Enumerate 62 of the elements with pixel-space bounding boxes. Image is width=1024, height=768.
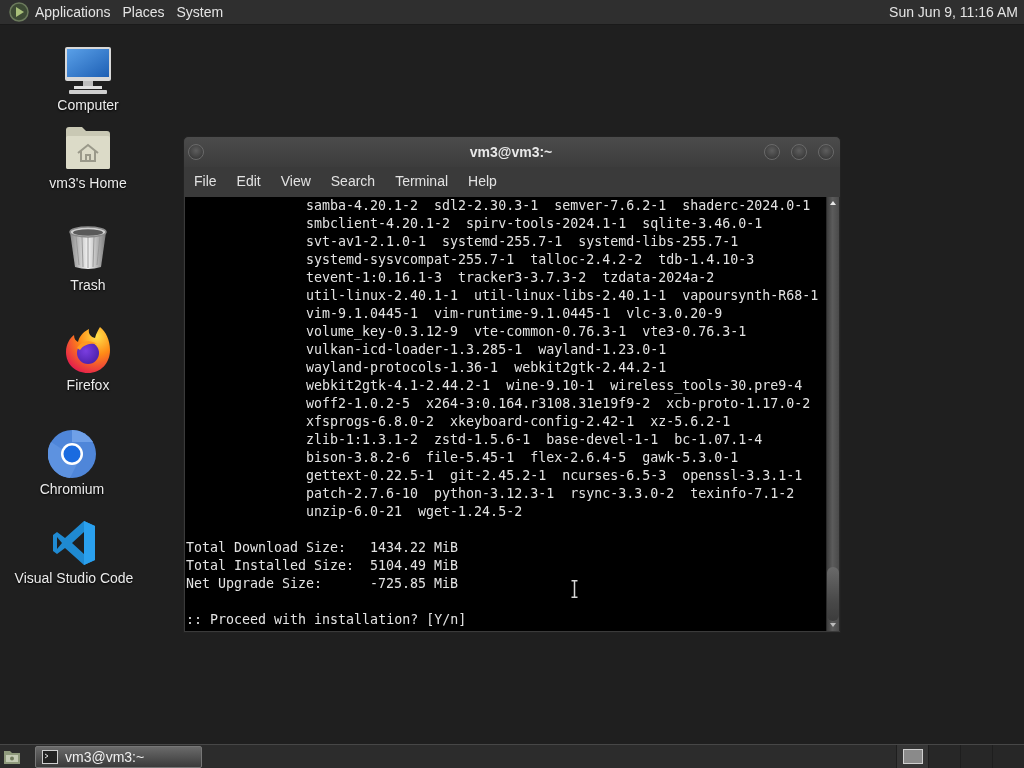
desktop-icon-label[interactable]: Chromium (39, 480, 105, 498)
panel-menu[interactable]: System (170, 1, 230, 23)
window-thumbnail-icon (902, 749, 923, 764)
terminal-line: patch-2.7.6-10 python-3.12.3-1 rsync-3.3.0-2 texinfo-7.1-2 (305, 485, 795, 503)
workspace-cell[interactable] (960, 745, 992, 768)
desktop-icon-label[interactable]: Visual Studio Code (14, 569, 134, 587)
terminal-line: xfsprogs-6.8.0-2 xkeyboard-config-2.42-1 xz-5.6.2-1 (305, 413, 731, 431)
summary-value: -725.85 MiB (370, 575, 459, 593)
terminal-line: unzip-6.0-21 wget-1.24.5-2 (305, 503, 523, 521)
terminal-line: svt-av1-2.1.0-1 systemd-255.7-1 systemd-libs-255.7-1 (305, 233, 739, 251)
scrollbar[interactable] (826, 197, 840, 631)
summary-value: 1434.22 MiB (370, 539, 459, 557)
vscode-icon[interactable] (52, 520, 96, 566)
terminal-line: bison-3.8.2-6 file-5.45-1 flex-2.6.4-5 gawk-5.3.0-1 (305, 449, 739, 467)
summary-value: 5104.49 MiB (370, 557, 459, 575)
terminal-icon (42, 749, 58, 764)
firefox-icon[interactable] (64, 326, 112, 374)
scroll-down-arrow-icon[interactable] (830, 623, 836, 627)
terminal-line: zlib-1:1.3.1-2 zstd-1.5.6-1 base-devel-1-1 bc-1.07.1-4 (305, 431, 763, 449)
computer-icon[interactable] (64, 46, 112, 94)
terminal-line: webkit2gtk-4.1-2.44.2-1 wine-9.10-1 wireless_tools-30.pre9-4 (305, 377, 803, 395)
menu-item[interactable]: File (184, 169, 227, 193)
home-folder-icon[interactable] (65, 126, 111, 170)
window-title: vm3@vm3:~ (469, 144, 553, 160)
workspace-cell[interactable] (928, 745, 960, 768)
workspace-cell[interactable] (896, 745, 928, 768)
terminal-line: util-linux-2.40.1-1 util-linux-libs-2.40.1-1 vapoursynth-R68-1 (305, 287, 819, 305)
terminal-line: systemd-sysvcompat-255.7-1 talloc-2.4.2-2 tdb-1.4.10-3 (305, 251, 755, 269)
menu-item[interactable]: Help (458, 169, 507, 193)
chromium-icon[interactable] (48, 430, 96, 478)
taskbar-task[interactable]: vm3@vm3:~ (35, 745, 202, 768)
terminal-line: vulkan-icd-loader-1.3.285-1 wayland-1.23.0-1 (305, 341, 667, 359)
show-desktop-icon[interactable] (3, 748, 21, 765)
workspace-cell[interactable] (992, 745, 1024, 768)
desktop-icon-label[interactable]: vm3's Home (49, 174, 127, 192)
trash-icon[interactable] (68, 226, 108, 270)
terminal-line: tevent-1:0.16.1-3 tracker3-3.7.3-2 tzdata-2024a-2 (305, 269, 715, 287)
terminal-line: smbclient-4.20.1-2 spirv-tools-2024.1-1 sqlite-3.46.0-1 (305, 215, 763, 233)
summary-label: Total Download Size: (186, 539, 347, 557)
summary-label: Total Installed Size: (186, 557, 355, 575)
desktop-icon-label[interactable]: Firefox (66, 376, 110, 394)
terminal-prompt: :: Proceed with installation? [Y/n] (186, 611, 467, 629)
menu-item[interactable]: Edit (226, 169, 271, 193)
panel-menu[interactable]: Places (116, 1, 171, 23)
terminal-line: wayland-protocols-1.36-1 webkit2gtk-2.44.2-1 (305, 359, 667, 377)
desktop-icon-label[interactable]: Computer (57, 96, 119, 114)
menu-item[interactable]: Terminal (385, 169, 459, 193)
menu-item[interactable]: Search (320, 169, 386, 193)
terminal-line: samba-4.20.1-2 sdl2-2.30.3-1 semver-7.6.2-1 shaderc-2024.0-1 (305, 197, 811, 215)
scroll-thumb[interactable] (827, 567, 839, 621)
terminal-line: woff2-1.0.2-5 x264-3:0.164.r3108.31e19f9-2 xcb-proto-1.17.0-2 (305, 395, 811, 413)
menu-item[interactable]: View (270, 169, 321, 193)
panel-menu[interactable]: Applications (29, 1, 117, 23)
desktop-icon-label[interactable]: Trash (70, 276, 106, 294)
scroll-up-arrow-icon[interactable] (830, 201, 836, 205)
text-cursor-icon (571, 580, 578, 598)
terminal-line: volume_key-0.3.12-9 vte-common-0.76.3-1 vte3-0.76.3-1 (305, 323, 747, 341)
clock[interactable]: Sun Jun 9, 11:16 AM (889, 4, 1018, 20)
terminal-line: vim-9.1.0445-1 vim-runtime-9.1.0445-1 vlc-3.0.20-9 (305, 305, 723, 323)
app-menu-icon[interactable] (9, 2, 29, 22)
terminal-line: gettext-0.22.5-1 git-2.45.2-1 ncurses-6.5-3 openssl-3.3.1-1 (305, 467, 803, 485)
summary-label: Net Upgrade Size: (186, 575, 323, 593)
